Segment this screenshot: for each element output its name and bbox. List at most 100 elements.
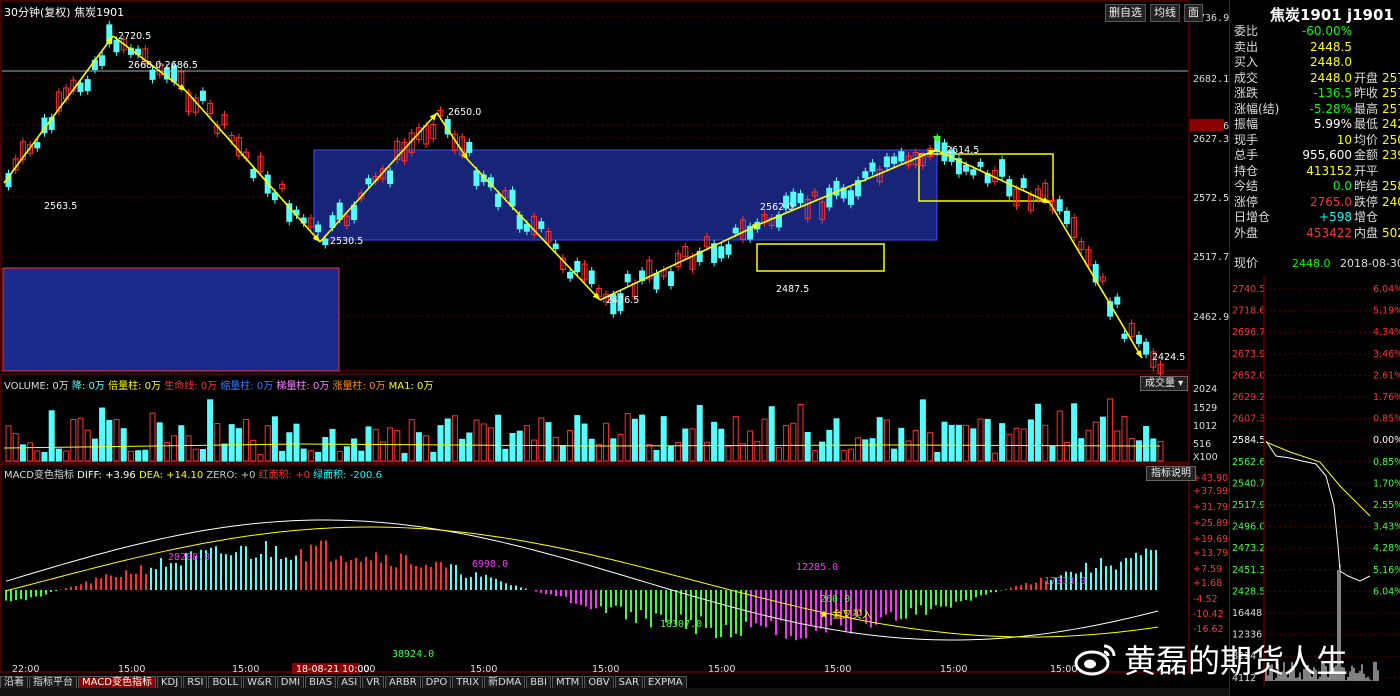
- volume-bar: [178, 425, 185, 462]
- indicator-help-button[interactable]: 指标说明: [1146, 466, 1196, 481]
- volume-bar: [732, 416, 739, 462]
- time-axis-tick: 18-08-21 10:00: [296, 664, 370, 675]
- volume-axis-tick: 1012: [1193, 421, 1217, 432]
- volume-bar: [631, 418, 638, 462]
- golden-cross-star-icon: ★: [819, 608, 829, 621]
- volume-bar: [775, 447, 782, 462]
- volume-bar: [811, 450, 818, 462]
- ma-button[interactable]: 均线: [1150, 4, 1180, 22]
- mini-axis-right: 6.04%: [1373, 284, 1400, 295]
- volume-bar: [91, 438, 98, 462]
- volume-bar: [984, 418, 991, 462]
- volume-bar: [250, 439, 257, 462]
- macd-axis-tick: +1.68: [1193, 578, 1222, 589]
- volume-bar: [192, 448, 199, 462]
- trend-arrow-line: [185, 90, 321, 243]
- volume-bar: [855, 437, 862, 462]
- volume-bar: [27, 442, 34, 462]
- time-axis-tick: 22:00: [12, 664, 39, 675]
- volume-dropdown[interactable]: 成交量 ▾: [1140, 376, 1189, 391]
- quote-label: 振幅: [1234, 117, 1259, 131]
- candle-body: [509, 189, 516, 207]
- mini-axis-left: 2562.6: [1232, 457, 1265, 468]
- quote-label: 外盘: [1234, 225, 1259, 240]
- volume-bar: [1143, 426, 1150, 462]
- volume-bar: [480, 423, 487, 462]
- volume-bar: [538, 417, 545, 462]
- mini-axis-left: 16448: [1232, 608, 1262, 619]
- macd-axis-tick: +25.89: [1193, 518, 1228, 529]
- volume-bar: [783, 424, 790, 462]
- volume-bar: [531, 439, 538, 462]
- quote-label-2: 昨收: [1354, 86, 1379, 100]
- dea-line: [5, 526, 1159, 638]
- volume-bar: [286, 432, 293, 462]
- volume-bar: [1071, 403, 1078, 462]
- quote-title: 焦炭1901 j1901: [1270, 6, 1394, 24]
- volume-bar: [862, 439, 869, 462]
- volume-bar: [790, 422, 797, 462]
- vol-legend-rise: 涨量柱: 0万: [332, 381, 386, 392]
- price-date: 2018-08-30: [1340, 257, 1400, 270]
- quote-value: -60.00%: [1301, 24, 1352, 38]
- price-axis-tick: 2627.3: [1193, 134, 1229, 145]
- price-value: 2448.0: [1292, 257, 1331, 270]
- macd-legend-green: 绿面积: -200.6: [313, 470, 382, 481]
- volume-bar: [941, 421, 948, 462]
- volume-bar: [667, 445, 674, 462]
- vol-legend-down: 降: 0万: [71, 381, 105, 392]
- volume-bar: [502, 448, 509, 462]
- macd-legend-zero: ZERO: +0: [206, 470, 256, 481]
- volume-bar: [207, 399, 214, 462]
- volume-bar: [487, 427, 494, 462]
- volume-bar: [523, 425, 530, 462]
- volume-bar: [423, 435, 430, 462]
- candle-body: [473, 170, 480, 186]
- candle-body: [732, 227, 739, 234]
- mini-axis-right: 0.85%: [1373, 457, 1400, 468]
- volume-bar: [199, 448, 206, 462]
- volume-bar: [12, 433, 19, 462]
- main-chart[interactable]: 2736.92682.12637.62627.32572.52517.72462…: [0, 0, 1229, 676]
- volume-bar: [869, 438, 876, 462]
- mini-axis-right: 2.55%: [1373, 500, 1400, 511]
- macd-label: 18307.0: [660, 619, 702, 630]
- volume-bar: [905, 440, 912, 462]
- quote-value: -5.28%: [1309, 101, 1352, 116]
- macd-legend-name: MACD变色指标: [4, 470, 74, 481]
- volume-bar: [1135, 440, 1142, 462]
- price-annotation: 2562.0: [760, 202, 793, 213]
- volume-bar: [703, 441, 710, 462]
- volume-bar: [552, 436, 559, 462]
- volume-bar: [588, 438, 595, 462]
- macd-axis-tick: -16.62: [1193, 624, 1224, 635]
- quote-label: 涨停: [1234, 194, 1259, 209]
- price-axis-tick: 2517.7: [1193, 252, 1229, 263]
- macd-axis-tick: -10.42: [1193, 609, 1224, 620]
- candle-body: [1143, 341, 1150, 355]
- intraday-chart[interactable]: 2740.5 2718.6 2696.7 2673.9 2652.0 2629.2 2607…: [1230, 276, 1400, 686]
- candle-body: [653, 273, 660, 290]
- volume-bar: [495, 414, 502, 462]
- mini-axis-right: 4.28%: [1373, 543, 1400, 554]
- volume-bar: [1049, 445, 1056, 462]
- volume-bar: [343, 446, 350, 462]
- volume-bar: [127, 450, 134, 462]
- volume-bar: [689, 428, 696, 462]
- volume-bar: [99, 407, 106, 462]
- support-box: [2, 267, 340, 372]
- volume-bar: [696, 404, 703, 462]
- volume-bar: [228, 424, 235, 462]
- quote-value: 0.0: [1332, 179, 1352, 193]
- volume-bar: [55, 448, 62, 462]
- volume-bar: [171, 435, 178, 462]
- view-button[interactable]: 面: [1184, 4, 1203, 22]
- quote-label-2: 开盘: [1354, 70, 1379, 85]
- price-annotation: 2614.5: [946, 145, 979, 156]
- candle-body: [826, 187, 833, 208]
- fav-button[interactable]: 删自选: [1105, 4, 1146, 22]
- price-annotation: 2668.0-2686.5: [128, 60, 198, 71]
- quote-label-2: 内盘: [1354, 225, 1379, 240]
- yellow-box-1: [756, 243, 885, 272]
- volume-bar: [394, 430, 401, 462]
